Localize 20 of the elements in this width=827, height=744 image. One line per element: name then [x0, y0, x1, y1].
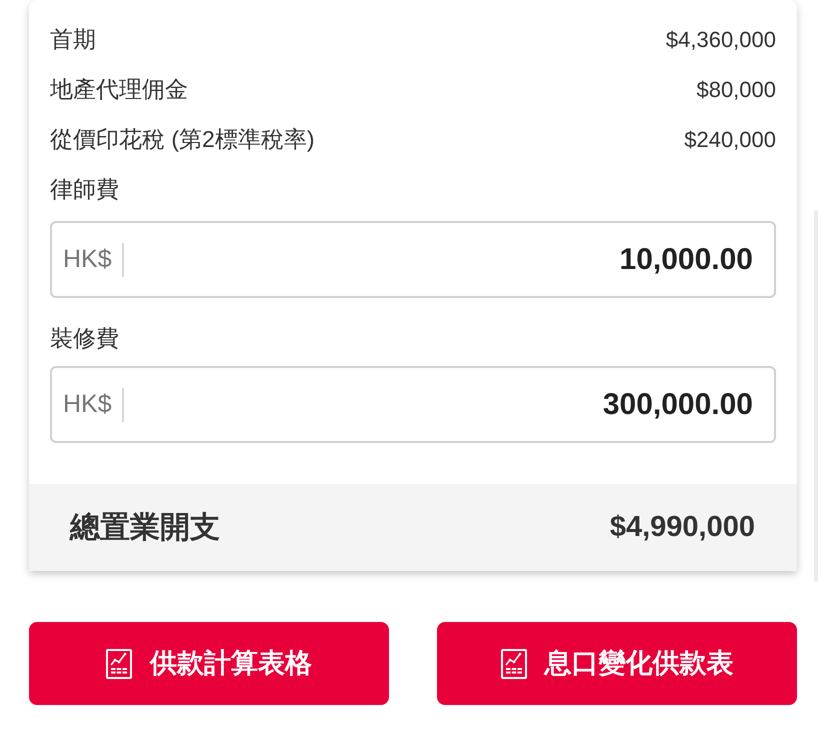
report-button[interactable]: 息口變化供款表 [437, 622, 797, 705]
cost-label: 首期 [50, 24, 96, 54]
report-button[interactable]: 供款計算表格 [29, 622, 389, 705]
total-value: $4,990,000 [610, 510, 755, 545]
field-label: 裝修費 [50, 324, 119, 353]
currency-label: HK$ [63, 388, 112, 420]
amount-value: 300,000.00 [602, 387, 753, 423]
amount-field[interactable]: HK$ 10,000.00 [50, 221, 776, 298]
total-label: 總置業開支 [70, 510, 220, 546]
chart-table-icon [500, 648, 526, 678]
chart-table-icon [106, 648, 132, 678]
currency-label: HK$ [63, 244, 112, 275]
amount-value: 10,000.00 [620, 242, 753, 278]
cost-value: $4,360,000 [666, 26, 776, 54]
cost-label: 地產代理佣金 [50, 74, 188, 104]
amount-field[interactable]: HK$ 300,000.00 [50, 366, 776, 443]
cost-value: $80,000 [696, 76, 776, 104]
cost-label: 從價印花稅 (第2標準稅率) [50, 124, 314, 154]
cost-value: $240,000 [684, 126, 776, 154]
field-label: 律師費 [50, 174, 119, 204]
